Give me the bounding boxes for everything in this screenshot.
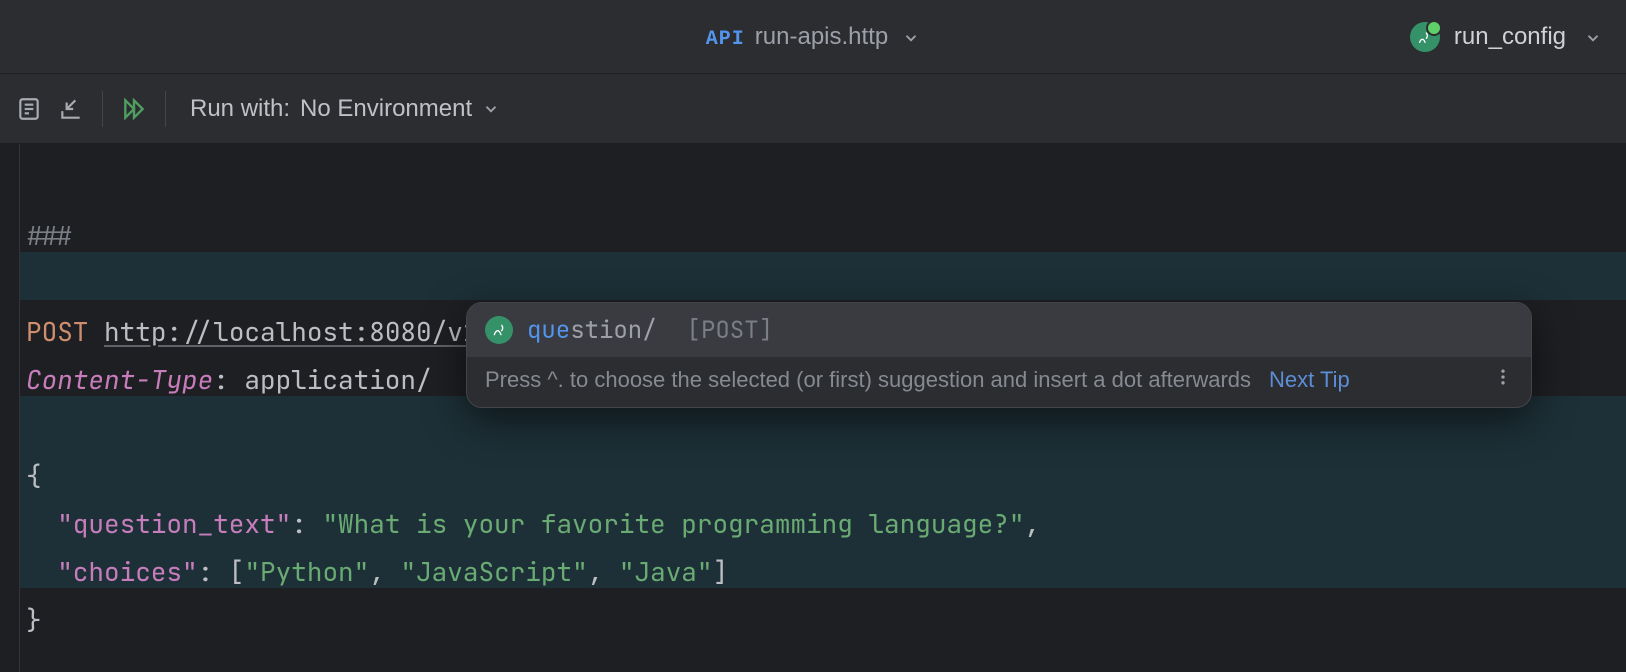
structure-icon[interactable] [8,88,50,130]
api-tag: API [706,28,745,51]
json-string: "What is your favorite programming langu… [322,506,1024,541]
header-sep: : [213,362,244,397]
run-config-icon [1410,22,1440,52]
brace-close: } [26,602,42,637]
code-content: ### POST http://localhost:8080/v1/que Co… [20,144,1626,672]
completion-method: [POST] [687,315,773,346]
header-name: Content-Type [26,362,213,397]
completion-rest: stion/ [570,315,656,346]
chevron-down-icon[interactable] [902,24,920,50]
completion-item[interactable]: question/ [POST] [467,303,1531,357]
colon: : [198,554,214,589]
completion-hint: Press ^. to choose the selected (or firs… [485,367,1251,393]
colon: : [291,506,307,541]
completion-footer: Press ^. to choose the selected (or firs… [467,357,1531,407]
gutter [0,144,20,672]
run-all-icon[interactable] [113,88,155,130]
chevron-down-icon [482,95,500,123]
json-string: "JavaScript" [400,554,587,589]
json-key: "question_text" [57,506,291,541]
run-config-label: run_config [1454,23,1566,51]
header-value: application/ [244,362,431,397]
url-base: http://localhost:8080/v1/ [104,314,494,349]
comma: , [369,554,385,589]
toolbar-divider [102,91,103,127]
environment-value: No Environment [300,95,472,123]
brace-open: { [26,458,42,493]
separator: ### [26,218,73,253]
bracket-close: ] [713,554,729,589]
http-method: POST [26,314,88,349]
run-with-label: Run with: [190,95,290,123]
next-tip-link[interactable]: Next Tip [1269,367,1350,393]
chevron-down-icon[interactable] [1584,24,1602,50]
comma: , [588,554,604,589]
json-key: "choices" [57,554,197,589]
code-editor[interactable]: ### POST http://localhost:8080/v1/que Co… [0,144,1626,672]
file-tab[interactable]: API run-apis.http [706,23,920,51]
file-name: run-apis.http [755,23,888,51]
json-string: "Java" [619,554,713,589]
endpoint-icon [485,316,513,344]
bracket-open: [ [229,554,245,589]
title-bar: API run-apis.http run_config [0,0,1626,74]
completion-popup: question/ [POST] Press ^. to choose the … [466,302,1532,408]
completion-text: question/ [527,315,657,346]
completion-match: que [527,315,570,346]
environment-selector[interactable]: No Environment [300,95,500,123]
editor-toolbar: Run with: No Environment [0,74,1626,144]
run-config-selector[interactable]: run_config [1410,0,1602,74]
toolbar-divider [165,91,166,127]
comma: , [1024,506,1040,541]
json-string: "Python" [244,554,369,589]
more-icon[interactable] [1493,367,1513,393]
import-icon[interactable] [50,88,92,130]
